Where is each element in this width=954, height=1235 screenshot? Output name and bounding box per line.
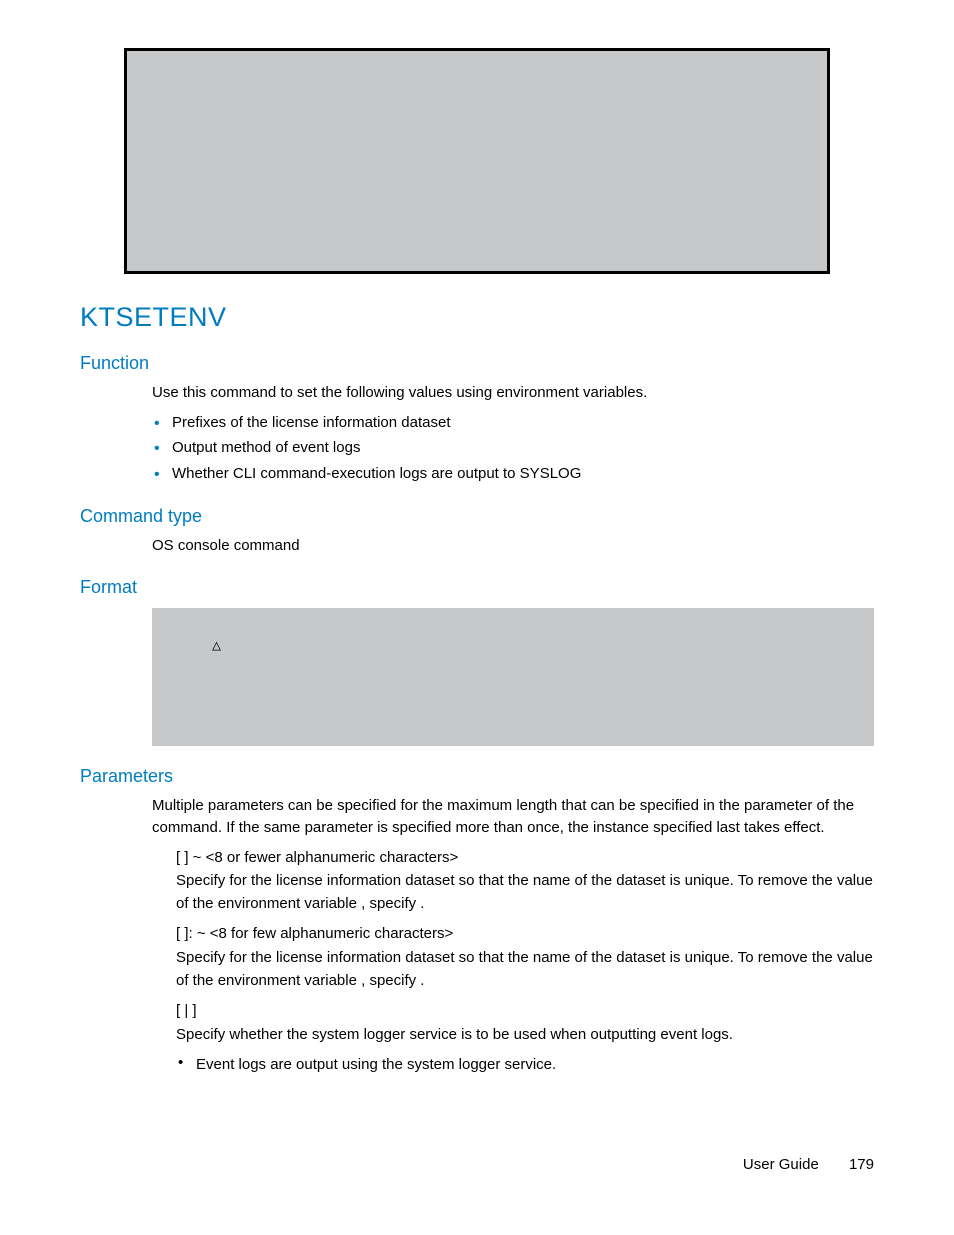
section-heading-parameters: Parameters (80, 766, 874, 787)
section-heading-command-type: Command type (80, 506, 874, 527)
command-type-body: OS console command (152, 535, 874, 557)
format-code-block: △ (152, 608, 874, 746)
parameter-syntax: [ ] ~ <8 or fewer alphanumeric character… (176, 847, 874, 869)
parameter-description: Specify whether the system logger servic… (176, 1024, 874, 1047)
list-item: Whether CLI command-execution logs are o… (152, 461, 874, 487)
parameter-item: [ | ] Specify whether the system logger … (176, 1000, 874, 1076)
parameter-description: Specify for the license information data… (176, 870, 874, 915)
section-heading-function: Function (80, 353, 874, 374)
parameter-description: Specify for the license information data… (176, 947, 874, 992)
command-type-text: OS console command (152, 535, 874, 557)
sub-bullet-text: Event logs are output using the system l… (196, 1054, 874, 1076)
function-bullets: Prefixes of the license information data… (152, 410, 874, 487)
list-item: Output method of event logs (152, 435, 874, 461)
figure-placeholder (124, 48, 830, 274)
page-footer: User Guide 179 (80, 1156, 874, 1173)
list-item: Prefixes of the license information data… (152, 410, 874, 436)
document-page: KTSETENV Function Use this command to se… (0, 0, 954, 1213)
parameter-item: [ ]: ~ <8 for few alphanumeric character… (176, 923, 874, 992)
footer-guide-label: User Guide (743, 1156, 819, 1173)
format-body: △ (152, 608, 874, 746)
parameter-syntax: [ | ] (176, 1000, 874, 1022)
parameters-intro: Multiple parameters can be specified for… (152, 795, 874, 839)
command-title: KTSETENV (80, 302, 874, 333)
parameter-item: [ ] ~ <8 or fewer alphanumeric character… (176, 847, 874, 916)
function-intro: Use this command to set the following va… (152, 382, 874, 404)
footer-page-number: 179 (849, 1156, 874, 1173)
parameters-body: Multiple parameters can be specified for… (152, 795, 874, 1076)
parameter-syntax: [ ]: ~ <8 for few alphanumeric character… (176, 923, 874, 945)
section-heading-format: Format (80, 577, 874, 598)
delta-symbol: △ (212, 638, 221, 655)
function-body: Use this command to set the following va… (152, 382, 874, 486)
